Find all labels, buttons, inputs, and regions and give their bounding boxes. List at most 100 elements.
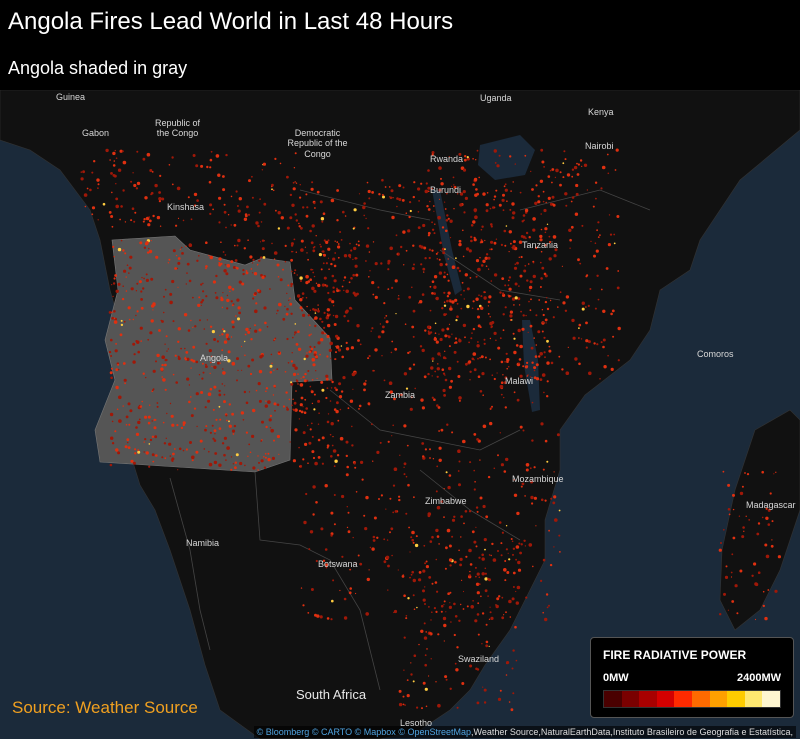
fire-point: [449, 474, 452, 477]
fire-point: [413, 310, 416, 313]
fire-point: [115, 448, 118, 451]
fire-point: [762, 517, 764, 519]
fire-point: [113, 174, 116, 177]
fire-point: [353, 247, 356, 250]
fire-point: [293, 409, 295, 411]
fire-point: [598, 299, 600, 301]
fire-point: [611, 368, 614, 371]
fire-point: [404, 372, 407, 375]
fire-point: [312, 249, 315, 252]
fire-point: [296, 219, 298, 221]
fire-point: [481, 264, 484, 267]
fire-point: [126, 424, 128, 426]
fire-point: [519, 304, 520, 305]
fire-point: [441, 328, 444, 331]
fire-point: [257, 289, 260, 292]
fire-point: [406, 250, 408, 252]
fire-point: [161, 364, 163, 366]
fire-point: [147, 339, 149, 341]
fire-point: [342, 376, 345, 379]
fire-point: [335, 315, 338, 318]
legend-min-label: 0MW: [603, 672, 629, 684]
fire-point: [572, 196, 575, 199]
fire-point: [285, 245, 287, 247]
fire-point: [133, 319, 134, 320]
label-congo: Republic of the Congo: [150, 118, 205, 139]
fire-point: [353, 228, 355, 230]
fire-point: [124, 252, 126, 254]
fire-point: [261, 459, 264, 462]
fire-point: [478, 294, 480, 296]
fire-point: [482, 192, 485, 195]
fire-point: [165, 289, 167, 291]
fire-point: [584, 164, 587, 167]
fire-point: [209, 181, 212, 184]
fire-point: [270, 415, 272, 417]
fire-point: [313, 247, 315, 249]
fire-point: [410, 210, 412, 212]
fire-point: [458, 470, 460, 472]
fire-point: [117, 364, 119, 366]
fire-point: [334, 465, 336, 467]
fire-point: [513, 338, 515, 340]
fire-point: [243, 419, 245, 421]
fire-point: [226, 307, 228, 309]
attribution-carto[interactable]: © CARTO: [312, 727, 352, 737]
fire-point: [311, 181, 313, 183]
fire-point: [616, 215, 619, 218]
fire-point: [175, 355, 177, 357]
fire-point: [311, 348, 314, 351]
attribution-osm[interactable]: © OpenStreetMap: [398, 727, 471, 737]
fire-point: [238, 306, 241, 309]
fire-point: [518, 362, 520, 364]
fire-point: [294, 331, 297, 334]
fire-point: [523, 430, 525, 432]
fire-point: [338, 382, 341, 385]
fire-point: [485, 357, 487, 359]
fire-point: [459, 270, 461, 272]
fire-point: [477, 591, 480, 594]
fire-point: [418, 578, 421, 581]
fire-point: [512, 554, 514, 556]
fire-point: [475, 188, 478, 191]
fire-point: [331, 199, 335, 203]
fire-point: [312, 272, 314, 274]
legend-swatch: [674, 691, 692, 707]
fire-point: [472, 220, 475, 223]
fire-point: [506, 353, 508, 355]
attribution-mapbox[interactable]: © Mapbox: [355, 727, 396, 737]
fire-point: [509, 209, 511, 211]
fire-point: [307, 462, 309, 464]
fire-legend: FIRE RADIATIVE POWER 0MW 2400MW: [590, 637, 794, 718]
fire-point: [228, 420, 230, 422]
fire-point: [432, 280, 435, 283]
fire-point: [484, 701, 486, 703]
fire-point: [320, 338, 323, 341]
fire-point: [312, 403, 313, 404]
fire-point: [145, 377, 146, 378]
fire-point: [485, 589, 488, 592]
fire-point: [437, 367, 440, 370]
fire-point: [422, 268, 425, 271]
fire-point: [389, 381, 393, 385]
fire-point: [206, 343, 208, 345]
fire-point: [299, 298, 302, 301]
fire-point: [512, 245, 515, 248]
fire-point: [224, 394, 226, 396]
fire-point: [349, 307, 352, 310]
fire-point: [118, 419, 122, 423]
fire-point: [168, 262, 169, 263]
fire-point: [607, 355, 609, 357]
fire-point: [499, 155, 501, 157]
fire-point: [479, 257, 480, 258]
fire-point: [286, 338, 288, 340]
fire-point: [368, 190, 371, 193]
fire-point: [444, 334, 447, 337]
fire-point: [465, 510, 468, 513]
fire-point: [464, 155, 466, 157]
fire-point: [547, 224, 548, 225]
fire-point: [286, 313, 289, 316]
fire-point: [258, 462, 260, 464]
fire-point: [413, 496, 415, 498]
attribution-bloomberg[interactable]: © Bloomberg: [257, 727, 310, 737]
